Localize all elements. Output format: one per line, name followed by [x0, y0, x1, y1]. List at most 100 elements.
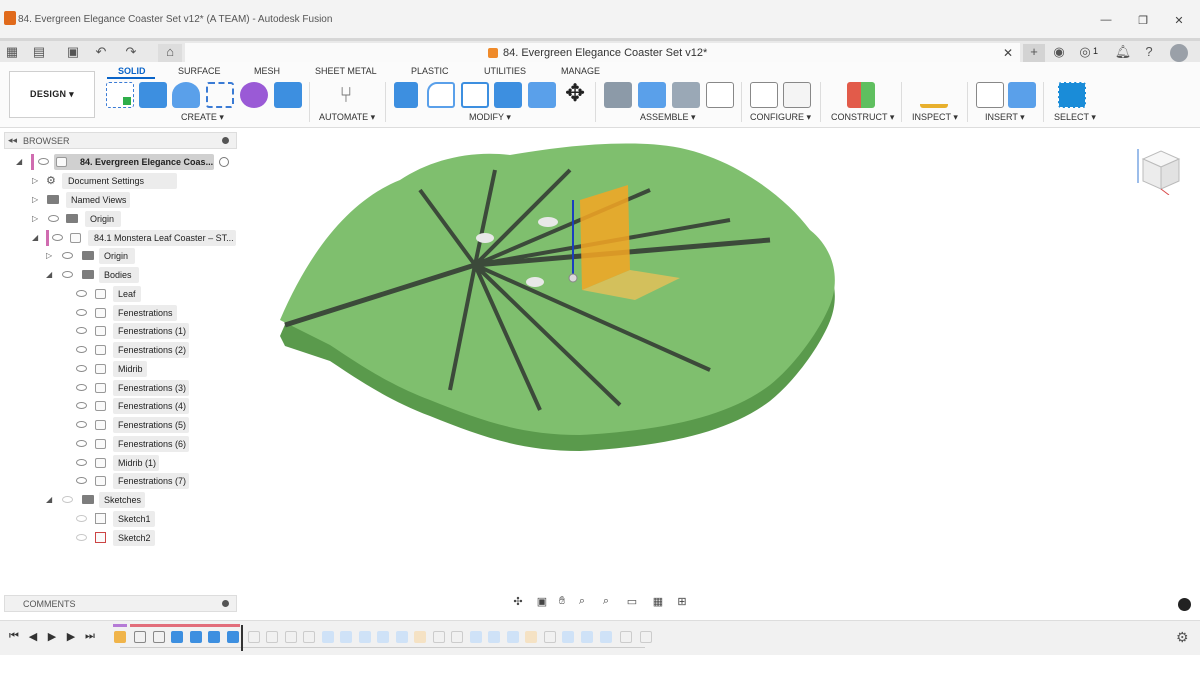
tab-sheet-metal[interactable]: SHEET METAL: [315, 66, 377, 76]
zoom-icon[interactable]: ⌕: [572, 595, 592, 608]
group-insert[interactable]: INSERT ▾: [985, 112, 1025, 123]
new-tab-icon[interactable]: +: [1023, 44, 1045, 62]
tab-mesh[interactable]: MESH: [254, 66, 280, 76]
timeline-step[interactable]: [581, 631, 593, 643]
timeline-step[interactable]: [266, 631, 278, 643]
tab-solid[interactable]: SOLID: [118, 66, 146, 76]
timeline-step[interactable]: [507, 631, 519, 643]
activate-radio[interactable]: [219, 157, 229, 167]
save-icon[interactable]: ▣: [64, 44, 82, 60]
notifications-icon[interactable]: 🔔︎: [1114, 44, 1132, 60]
create-sketch-icon[interactable]: [106, 82, 134, 108]
play-icon[interactable]: ▶: [44, 630, 60, 643]
sweep-icon[interactable]: [206, 82, 234, 108]
close-window-button[interactable]: ✕: [1170, 14, 1188, 27]
timeline-step[interactable]: [208, 631, 220, 643]
insert-derive-icon[interactable]: [976, 82, 1004, 108]
leaf-body[interactable]: [280, 143, 835, 435]
timeline-step[interactable]: [340, 631, 352, 643]
timeline-step[interactable]: [377, 631, 389, 643]
group-create[interactable]: CREATE ▾: [181, 112, 224, 123]
automate-icon[interactable]: ⑂: [332, 82, 360, 108]
timeline-settings-gear-icon[interactable]: ⚙: [1176, 629, 1189, 646]
shell-icon[interactable]: [494, 82, 522, 108]
body-item[interactable]: Leaf: [72, 286, 202, 302]
group-assemble[interactable]: ASSEMBLE ▾: [640, 112, 696, 123]
apps-grid-icon[interactable]: ▦: [3, 44, 21, 60]
move-icon[interactable]: ✥: [561, 82, 589, 108]
extensions-icon[interactable]: ◉: [1050, 44, 1068, 60]
undo-icon[interactable]: ↶: [92, 44, 110, 60]
joint-icon[interactable]: [638, 82, 666, 108]
group-automate[interactable]: AUTOMATE ▾: [319, 112, 375, 123]
step-back-icon[interactable]: ◀: [25, 630, 41, 643]
tree-bodies[interactable]: ◢ Bodies: [44, 267, 164, 283]
body-item[interactable]: Fenestrations (5): [72, 417, 202, 433]
body-item[interactable]: Fenestrations (2): [72, 342, 202, 358]
group-construct[interactable]: CONSTRUCT ▾: [831, 112, 894, 123]
tree-named-views[interactable]: ▷ Named Views: [30, 192, 170, 208]
step-forward-icon[interactable]: ▶: [63, 630, 79, 643]
tree-root[interactable]: ◢ 84. Evergreen Elegance Coas...: [14, 154, 236, 170]
tree-component[interactable]: ◢ 84.1 Monstera Leaf Coaster – ST...: [30, 230, 236, 246]
timeline-step[interactable]: [227, 631, 239, 643]
avatar[interactable]: [1170, 44, 1188, 62]
timeline-step[interactable]: [640, 631, 652, 643]
extrude-icon[interactable]: [139, 82, 167, 108]
as-built-joint-icon[interactable]: [672, 82, 700, 108]
display-settings-icon[interactable]: ▭: [622, 595, 642, 608]
tree-document-settings[interactable]: ▷ ⚙ Document Settings: [30, 173, 177, 189]
pin-icon[interactable]: [222, 600, 229, 607]
box-icon[interactable]: [274, 82, 302, 108]
maximize-button[interactable]: ❐: [1134, 14, 1152, 27]
go-to-end-icon[interactable]: ⏭: [82, 630, 98, 643]
configure-icon[interactable]: [750, 82, 778, 108]
body-item[interactable]: Fenestrations (7): [72, 473, 202, 489]
timeline-step[interactable]: [470, 631, 482, 643]
collapse-panel-icon[interactable]: ◂◂: [8, 135, 17, 146]
timeline-step[interactable]: [433, 631, 445, 643]
timeline-step[interactable]: [322, 631, 334, 643]
form-icon[interactable]: [240, 82, 268, 108]
timeline-step[interactable]: [600, 631, 612, 643]
body-item[interactable]: Fenestrations (1): [72, 323, 202, 339]
home-icon[interactable]: ⌂: [158, 44, 182, 62]
job-status-icon[interactable]: ◎: [1076, 44, 1094, 60]
timeline-step[interactable]: [451, 631, 463, 643]
group-select[interactable]: SELECT ▾: [1054, 112, 1096, 123]
body-item[interactable]: Fenestrations (6): [72, 436, 202, 452]
select-icon[interactable]: [1058, 82, 1086, 108]
press-pull-icon[interactable]: [394, 82, 418, 108]
bom-icon[interactable]: [706, 82, 734, 108]
viewports-icon[interactable]: ⊞: [672, 595, 692, 608]
go-to-start-icon[interactable]: ⏮: [6, 630, 22, 643]
timeline-step[interactable]: [414, 631, 426, 643]
timeline-step[interactable]: [544, 631, 556, 643]
file-menu-icon[interactable]: ▤: [30, 44, 48, 60]
body-item[interactable]: Fenestrations (3): [72, 380, 202, 396]
timeline-step[interactable]: [171, 631, 183, 643]
timeline-step[interactable]: [285, 631, 297, 643]
group-inspect[interactable]: INSPECT ▾: [912, 112, 958, 123]
feedback-icon[interactable]: [1178, 598, 1191, 611]
minimize-button[interactable]: —: [1097, 14, 1115, 26]
new-component-icon[interactable]: [604, 82, 632, 108]
body-item[interactable]: Fenestrations (4): [72, 398, 202, 414]
tab-surface[interactable]: SURFACE: [178, 66, 221, 76]
timeline-step[interactable]: [359, 631, 371, 643]
offset-plane-icon[interactable]: [847, 82, 875, 108]
sketch-item[interactable]: Sketch2: [72, 530, 202, 546]
tree-sketches[interactable]: ◢ Sketches: [44, 492, 164, 508]
orbit-icon[interactable]: ✣: [508, 595, 528, 608]
workspace-switcher[interactable]: DESIGN ▾: [9, 71, 95, 118]
group-configure[interactable]: CONFIGURE ▾: [750, 112, 811, 123]
chamfer-icon[interactable]: [461, 82, 489, 108]
fit-icon[interactable]: ⌕: [596, 595, 616, 608]
timeline-step[interactable]: [562, 631, 574, 643]
body-item[interactable]: Midrib (1): [72, 455, 202, 471]
timeline-step[interactable]: [303, 631, 315, 643]
timeline-step[interactable]: [248, 631, 260, 643]
timeline-step[interactable]: [134, 631, 146, 643]
revolve-icon[interactable]: [172, 82, 200, 108]
config-table-icon[interactable]: [783, 82, 811, 108]
